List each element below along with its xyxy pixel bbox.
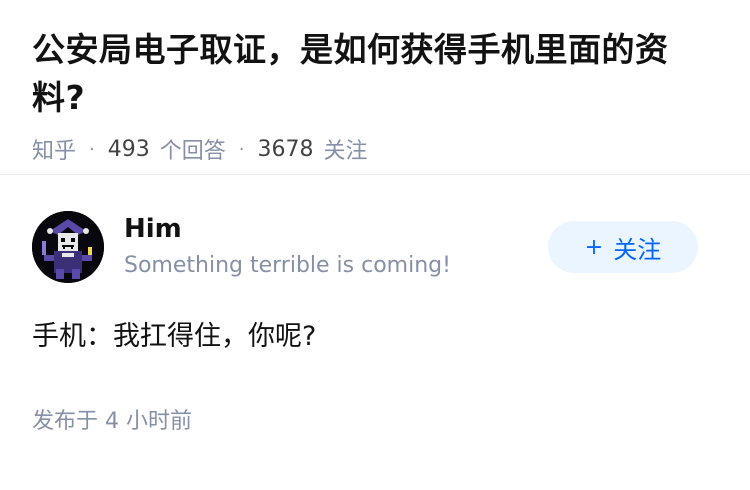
answer-count: 493 [107, 136, 150, 162]
plus-icon: + [584, 234, 604, 260]
question-title[interactable]: 公安局电子取证，是如何获得手机里面的资料? [32, 26, 718, 122]
question-meta: 知乎 · 493 个回答 · 3678 关注 [32, 133, 718, 165]
source-label[interactable]: 知乎 [32, 133, 76, 165]
separator-dot: · [238, 138, 245, 160]
author-bio: Something terrible is coming! [124, 253, 451, 278]
publish-time: 发布于 4 小时前 [32, 409, 192, 434]
follow-button[interactable]: + 关注 [548, 221, 698, 273]
author-row: Him Something terrible is coming! + 关注 [32, 211, 718, 307]
answer-content[interactable]: 手机：我扛得住，你呢? [32, 315, 718, 359]
separator-dot: · [89, 138, 95, 160]
answer-card: Him Something terrible is coming! + 关注 手… [0, 211, 750, 435]
avatar[interactable] [32, 211, 104, 283]
jester-avatar-icon [32, 211, 104, 283]
follower-count-label[interactable]: 关注 [324, 133, 368, 165]
follow-button-label: 关注 [613, 235, 662, 264]
question-header: 公安局电子取证，是如何获得手机里面的资料? 知乎 · 493 个回答 · 367… [0, 0, 750, 175]
follower-count: 3678 [257, 136, 314, 162]
author-info: Him Something terrible is coming! [124, 211, 451, 281]
answer-count-label[interactable]: 个回答 [160, 133, 226, 165]
author-name[interactable]: Him [124, 211, 451, 247]
